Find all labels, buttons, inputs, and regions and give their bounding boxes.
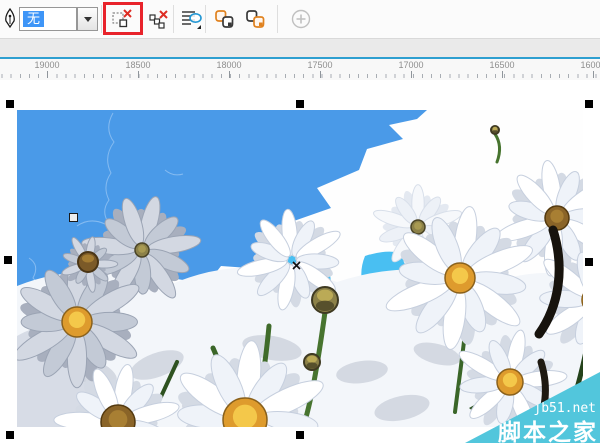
toolbar-separator [101,5,102,33]
selection-handle-bottom-left[interactable] [6,431,14,439]
text-lines-magnifier-icon [182,11,202,29]
orange-over-dark-squares-icon [215,10,234,28]
selection-handle-top-left[interactable] [6,100,14,108]
selection-handle-top-right[interactable] [585,100,593,108]
detail-flyout-button[interactable] [176,4,206,34]
delete-virtual-segment-button[interactable] [107,4,137,34]
selection-handle-middle-left[interactable] [4,256,12,264]
shapes-order-b-button[interactable] [240,4,270,34]
ruler-major-tick [138,71,139,78]
selection-handle-top-center[interactable] [296,100,304,108]
ruler-label: 18000 [216,60,242,70]
ruler-major-tick [502,71,503,78]
dark-over-orange-squares-icon [246,10,265,28]
outline-width-dropdown-button[interactable] [77,7,98,31]
drawing-canvas[interactable]: jb51.net 脚本之家 [0,80,600,443]
app-window: 无 19000 18500 18000 17500 17000 16500 16… [0,0,600,443]
ruler-label: 17000 [398,60,424,70]
ruler-major-tick [320,71,321,78]
outline-width-value: 无 [23,11,45,27]
node-marker[interactable] [69,213,78,222]
ruler-label: 18500 [125,60,151,70]
ruler-major-tick [47,71,48,78]
horizontal-ruler[interactable]: 19000 18500 18000 17500 17000 16500 1600… [0,59,600,80]
ruler-label: 16500 [489,60,515,70]
toolbar-separator [205,5,206,33]
selection-handle-bottom-center[interactable] [296,431,304,439]
ruler-minor-ticks [0,74,600,78]
ruler-label: 16000 [580,60,600,70]
delete-multi-segment-button[interactable] [144,4,174,34]
pen-nib-icon [5,8,15,29]
ruler-major-tick [411,71,412,78]
ruler-major-tick [229,71,230,78]
chevron-down-icon [83,16,92,22]
add-button [286,4,316,34]
circle-plus-icon [291,9,311,29]
outline-width-select[interactable]: 无 [19,7,77,31]
dashed-square-red-x-icon [112,9,132,28]
object-center-x-marker[interactable] [292,261,302,271]
toolbar-separator [277,5,278,33]
property-bar: 无 [0,0,600,39]
small-squares-red-x-icon [149,10,168,29]
ruler-major-tick [593,71,594,78]
ruler-label: 19000 [34,60,60,70]
toolbar-separator [173,5,174,33]
ruler-label: 17500 [307,60,333,70]
selection-handle-middle-right[interactable] [585,258,593,266]
toolbar-gap [0,39,600,57]
shapes-order-a-button[interactable] [209,4,239,34]
